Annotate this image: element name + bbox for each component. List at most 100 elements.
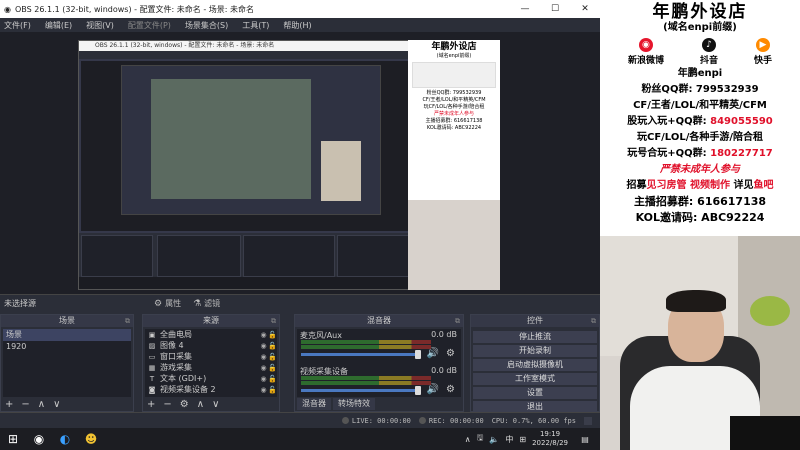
dock-float-icon[interactable]: ⧉ [591,315,596,327]
mini-ad-panel: 年鹏外设店 (域名enpi前缀) 粉丝QQ群: 799532939 CF/王者/… [408,40,500,290]
menu-help[interactable]: 帮助(H) [283,20,311,31]
lock-icon[interactable]: 🔓 [268,331,277,339]
lock-icon[interactable]: 🔓 [268,375,277,383]
scene-item[interactable]: 1920 [3,341,131,353]
source-item[interactable]: ▣ 全曲电局 ◉ 🔓 [145,329,277,340]
studio-mode-button[interactable]: 工作室模式 [473,373,597,385]
remove-scene-button[interactable]: − [21,399,29,410]
tray-expand-icon[interactable]: ∧ [465,435,471,444]
app-taskbar-icon[interactable]: ☻ [78,428,104,450]
mini-webcam [408,200,500,290]
settings-button[interactable]: 设置 [473,387,597,399]
maximize-button[interactable]: ☐ [540,4,570,14]
eye-icon[interactable]: ◉ [259,386,268,394]
properties-button[interactable]: ⚙ 属性 [154,298,181,309]
nested-obs-capture: OBS 26.1.1 (32-bit, windows) - 配置文件: 未命名… [78,40,410,290]
source-item[interactable]: ▨ 图像 4 ◉ 🔓 [145,340,277,351]
source-item[interactable]: ▦ 游戏采集 ◉ 🔓 [145,362,277,373]
eye-icon[interactable]: ◉ [259,364,268,372]
move-down-button[interactable]: ∨ [212,399,219,410]
filters-button[interactable]: ⚗ 滤镜 [193,298,220,309]
browser-taskbar-icon[interactable]: ◐ [52,428,78,450]
gear-icon[interactable]: ⚙ [446,348,455,359]
sources-header: 来源 [203,316,219,325]
notification-icon[interactable]: ▤ [576,435,594,444]
dock-float-icon[interactable]: ⧉ [271,315,276,327]
mini-ad-fans: 粉丝QQ群: 799532939 [426,90,482,96]
clock-time: 19:19 [539,430,561,438]
move-up-button[interactable]: ∧ [38,399,45,410]
obs-taskbar-icon[interactable]: ◉ [26,428,52,450]
source-settings-button[interactable]: ⚙ [180,399,189,410]
scenes-dock: 场景 ⧉ 场景 1920 + − ∧ ∨ [0,314,134,412]
ime-mode-icon[interactable]: ⊞ [519,435,526,444]
source-name: 视频采集设备 2 [160,385,216,394]
source-type-icon: ▣ [148,330,156,339]
lock-icon[interactable]: 🔓 [268,353,277,361]
remove-source-button[interactable]: − [163,399,171,410]
close-button[interactable]: ✕ [570,4,600,14]
menu-file[interactable]: 文件(F) [4,20,31,31]
mini-ad-host: 主播招募群: 616617138 [425,118,483,124]
add-scene-button[interactable]: + [5,399,13,410]
title-bar: ◉ OBS 26.1.1 (32-bit, windows) - 配置文件: 未… [0,0,600,18]
lock-icon[interactable]: 🔓 [268,386,277,394]
connection-health-icon [584,416,592,425]
nested-scenes [81,235,153,277]
volume-slider-handle[interactable] [415,350,421,359]
stop-streaming-button[interactable]: 停止推流 [473,331,597,343]
platform-douyin: ♪ 抖音 [699,38,718,66]
menu-profile[interactable]: 配置文件(P) [128,20,171,31]
volume-slider[interactable] [301,389,421,392]
source-item[interactable]: ▭ 窗口采集 ◉ 🔓 [145,351,277,362]
mixer-header: 混音器 [367,316,391,325]
ad-recruit: 招募见习房管 视频制作 详见鱼吧 [626,180,774,191]
menu-tools[interactable]: 工具(T) [242,20,269,31]
dock-float-icon[interactable]: ⧉ [455,315,460,327]
volume-icon[interactable]: 🔈 [489,435,499,444]
minimize-button[interactable]: — [510,4,540,14]
add-source-button[interactable]: + [147,399,155,410]
lock-icon[interactable]: 🔓 [268,364,277,372]
preview-canvas[interactable]: OBS 26.1.1 (32-bit, windows) - 配置文件: 未命名… [0,32,600,306]
start-virtual-camera-button[interactable]: 启动虚拟摄像机 [473,359,597,371]
dock-float-icon[interactable]: ⧉ [125,315,130,327]
speaker-icon[interactable]: 🔊 [427,348,439,359]
eye-icon[interactable]: ◉ [259,331,268,339]
monitor-edge [730,416,800,450]
streamer-hair [666,290,726,312]
filter-icon: ⚗ [193,298,202,309]
cpu-status: CPU: 0.7%, 60.00 fps [491,416,576,425]
clock[interactable]: 19:19 2022/8/29 [532,430,568,448]
menu-view[interactable]: 视图(V) [86,20,114,31]
clock-date: 2022/8/29 [532,439,568,447]
eye-icon[interactable]: ◉ [259,353,268,361]
tab-transitions[interactable]: 转场特效 [333,398,375,410]
scenes-list: 场景 1920 [3,329,131,397]
tab-mixer[interactable]: 混音器 [297,398,331,410]
eye-icon[interactable]: ◉ [259,375,268,383]
level-meter [301,376,431,380]
source-item[interactable]: ◙ 视频采集设备 2 ◉ 🔓 [145,384,277,395]
network-icon[interactable]: 🖫 [477,432,484,446]
controls-dock: 控件 ⧉ 停止推流 开始录制 启动虚拟摄像机 工作室模式 设置 退出 [470,314,600,413]
speaker-icon[interactable]: 🔊 [427,384,439,395]
volume-slider-handle[interactable] [415,386,421,395]
move-up-button[interactable]: ∧ [197,399,204,410]
move-down-button[interactable]: ∨ [53,399,60,410]
menu-scene-collection[interactable]: 场景集合(S) [185,20,228,31]
scenes-header: 场景 [59,316,75,325]
menu-edit[interactable]: 编辑(E) [45,20,72,31]
gear-icon[interactable]: ⚙ [446,384,455,395]
scene-item[interactable]: 场景 [3,329,131,341]
volume-slider[interactable] [301,353,421,356]
source-item[interactable]: T 文本 (GDI+) ◉ 🔓 [145,373,277,384]
nested-sources [157,235,241,277]
source-type-icon: ▭ [148,352,156,361]
lock-icon[interactable]: 🔓 [268,342,277,350]
eye-icon[interactable]: ◉ [259,342,268,350]
windows-start-icon[interactable]: ⊞ [0,428,26,450]
ime-indicator[interactable]: 中 [505,434,513,445]
ad-play-group: 玩号合玩+QQ群: 180227717 [627,148,773,159]
start-recording-button[interactable]: 开始录制 [473,345,597,357]
